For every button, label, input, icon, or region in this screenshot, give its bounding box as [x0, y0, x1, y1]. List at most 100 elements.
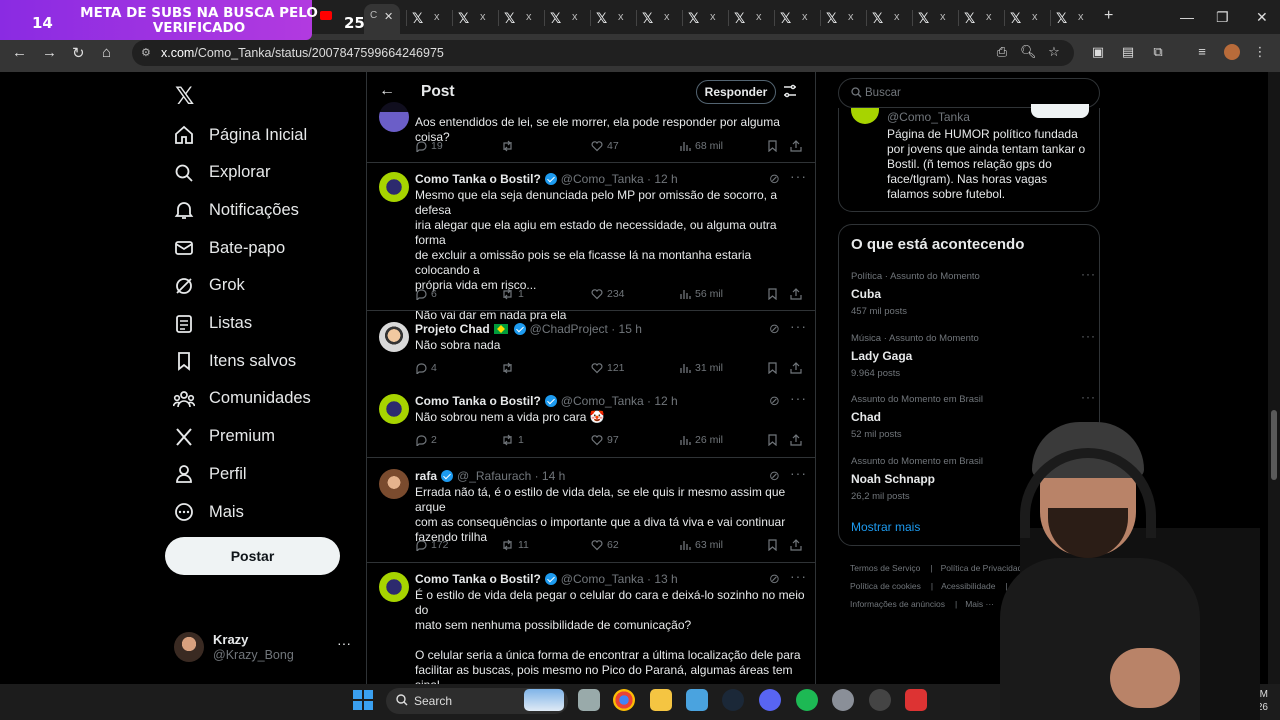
- grok-explain-icon[interactable]: ⊘: [769, 171, 780, 187]
- account-switcher[interactable]: Krazy @Krazy_Bong ···: [174, 630, 354, 664]
- reply-action[interactable]: 19: [415, 140, 443, 152]
- like-action[interactable]: 62: [591, 539, 619, 551]
- more-options-icon[interactable]: ···: [1081, 329, 1096, 343]
- bookmark-star-icon[interactable]: ☆: [1046, 44, 1062, 60]
- grok-explain-icon[interactable]: ⊘: [769, 321, 780, 337]
- more-options-icon[interactable]: ···: [790, 390, 807, 406]
- search-highlight-icon[interactable]: [524, 689, 564, 711]
- author-name[interactable]: rafa: [415, 469, 437, 483]
- retweet-action[interactable]: 1: [501, 434, 524, 446]
- browser-tab[interactable]: 𝕏x: [1010, 10, 1050, 26]
- browser-tab[interactable]: 𝕏x: [458, 10, 498, 26]
- share-action[interactable]: [790, 539, 806, 551]
- nav-item-comunidades[interactable]: Comunidades: [172, 385, 311, 413]
- back-arrow-icon[interactable]: ←: [379, 82, 395, 100]
- back-icon[interactable]: ←: [12, 44, 27, 61]
- nav-item-perfil[interactable]: Perfil: [172, 460, 247, 488]
- browser-tab[interactable]: 𝕏x: [642, 10, 682, 26]
- more-options-icon[interactable]: ···: [790, 318, 807, 334]
- close-tab-icon[interactable]: x: [618, 11, 624, 23]
- youtube-tab-icon[interactable]: [320, 11, 332, 20]
- x-logo-icon[interactable]: 𝕏: [175, 82, 194, 111]
- extensions-puzzle-icon[interactable]: ⧉: [1150, 44, 1166, 60]
- profile-avatar[interactable]: [1224, 44, 1240, 60]
- home-button-icon[interactable]: ⌂: [102, 44, 111, 61]
- browser-tab[interactable]: 𝕏x: [550, 10, 590, 26]
- footer-link[interactable]: Política de cookies: [850, 581, 921, 591]
- avatar[interactable]: [379, 469, 409, 499]
- retweet-action[interactable]: 1: [501, 288, 524, 300]
- share-action[interactable]: [790, 140, 806, 152]
- browser-tab[interactable]: 𝕏x: [780, 10, 820, 26]
- views-action[interactable]: 68 mil: [679, 140, 723, 152]
- author-handle[interactable]: @Como_Tanka · 13 h: [561, 572, 678, 586]
- nav-item-listas[interactable]: Listas: [172, 310, 252, 338]
- nav-item-grok[interactable]: Grok: [172, 272, 245, 300]
- like-action[interactable]: 121: [591, 362, 625, 374]
- avatar[interactable]: [379, 322, 409, 352]
- post-button[interactable]: Postar: [165, 537, 340, 575]
- forward-icon[interactable]: →: [42, 44, 57, 61]
- browser-tab[interactable]: 𝕏x: [412, 10, 452, 26]
- author-name[interactable]: Como Tanka o Bostil?: [415, 572, 541, 586]
- retweet-action[interactable]: 11: [501, 539, 529, 551]
- browser-tab[interactable]: 𝕏x: [734, 10, 774, 26]
- like-action[interactable]: 97: [591, 434, 619, 446]
- nav-item-bate-papo[interactable]: Bate-papo: [172, 234, 285, 262]
- steam-icon[interactable]: [722, 689, 744, 711]
- more-options-icon[interactable]: ···: [790, 568, 807, 584]
- new-tab-icon[interactable]: +: [1104, 7, 1113, 25]
- author-name[interactable]: Como Tanka o Bostil?: [415, 394, 541, 408]
- close-tab-icon[interactable]: x: [756, 11, 762, 23]
- trend-item[interactable]: Música · Assunto do Momento Lady Gaga 9.96…: [851, 329, 1095, 379]
- tweet[interactable]: rafa @_Rafaurach · 14 h ⊘ ··· Errada não tá,…: [367, 465, 815, 589]
- author-handle[interactable]: @_Rafaurach · 14 h: [457, 469, 565, 483]
- grok-explain-icon[interactable]: ⊘: [769, 393, 780, 409]
- retweet-action[interactable]: [501, 362, 518, 374]
- more-options-icon[interactable]: ···: [1081, 390, 1096, 404]
- nav-item-mais[interactable]: Mais: [172, 498, 244, 526]
- browser-tab[interactable]: 𝕏x: [688, 10, 728, 26]
- browser-tab[interactable]: 𝕏x: [964, 10, 1004, 26]
- close-tab-icon[interactable]: x: [848, 11, 854, 23]
- footer-link[interactable]: Informações de anúncios: [850, 599, 945, 609]
- more-dots-icon[interactable]: ···: [337, 635, 351, 651]
- reload-icon[interactable]: ↻: [72, 44, 85, 62]
- views-action[interactable]: 63 mil: [679, 539, 723, 551]
- nav-item-premium[interactable]: Premium: [172, 423, 275, 451]
- nav-item-notifica-es[interactable]: Notificações: [172, 196, 299, 224]
- file-explorer-icon[interactable]: [650, 689, 672, 711]
- close-tab-icon[interactable]: x: [894, 11, 900, 23]
- close-tab-icon[interactable]: ✕: [384, 10, 393, 23]
- reading-list-icon[interactable]: ≡: [1194, 44, 1210, 60]
- task-view-icon[interactable]: [578, 689, 600, 711]
- like-action[interactable]: 234: [591, 288, 625, 300]
- grok-explain-icon[interactable]: ⊘: [769, 468, 780, 484]
- reply-action[interactable]: 2: [415, 434, 437, 446]
- bookmark-action[interactable]: [767, 288, 782, 300]
- avatar[interactable]: [851, 108, 879, 124]
- scrollbar-thumb[interactable]: [1271, 410, 1277, 480]
- nav-item-itens-salvos[interactable]: Itens salvos: [172, 347, 296, 375]
- close-tab-icon[interactable]: x: [434, 11, 440, 23]
- browser-tab[interactable]: 𝕏x: [504, 10, 544, 26]
- chrome-menu-icon[interactable]: ⋮: [1252, 44, 1268, 60]
- discord-icon[interactable]: [759, 689, 781, 711]
- browser-tab[interactable]: 𝕏x: [596, 10, 636, 26]
- like-action[interactable]: 47: [591, 140, 619, 152]
- active-tab[interactable]: C ✕: [364, 4, 400, 34]
- app-icon-2[interactable]: [905, 689, 927, 711]
- close-tab-icon[interactable]: x: [664, 11, 670, 23]
- show-more-link[interactable]: Mostrar mais: [851, 520, 920, 534]
- author-name[interactable]: Como Tanka o Bostil?: [415, 172, 541, 186]
- browser-tab[interactable]: 𝕏x: [918, 10, 958, 26]
- avatar[interactable]: [379, 172, 409, 202]
- windows-start-icon[interactable]: [353, 690, 373, 710]
- views-action[interactable]: 56 mil: [679, 288, 723, 300]
- retweet-action[interactable]: [501, 140, 518, 152]
- author-name[interactable]: Projeto Chad: [415, 322, 490, 336]
- footer-link[interactable]: Termos de Serviço: [850, 563, 920, 573]
- views-action[interactable]: 26 mil: [679, 434, 723, 446]
- follow-button[interactable]: [1031, 104, 1089, 118]
- chrome-icon[interactable]: [613, 689, 635, 711]
